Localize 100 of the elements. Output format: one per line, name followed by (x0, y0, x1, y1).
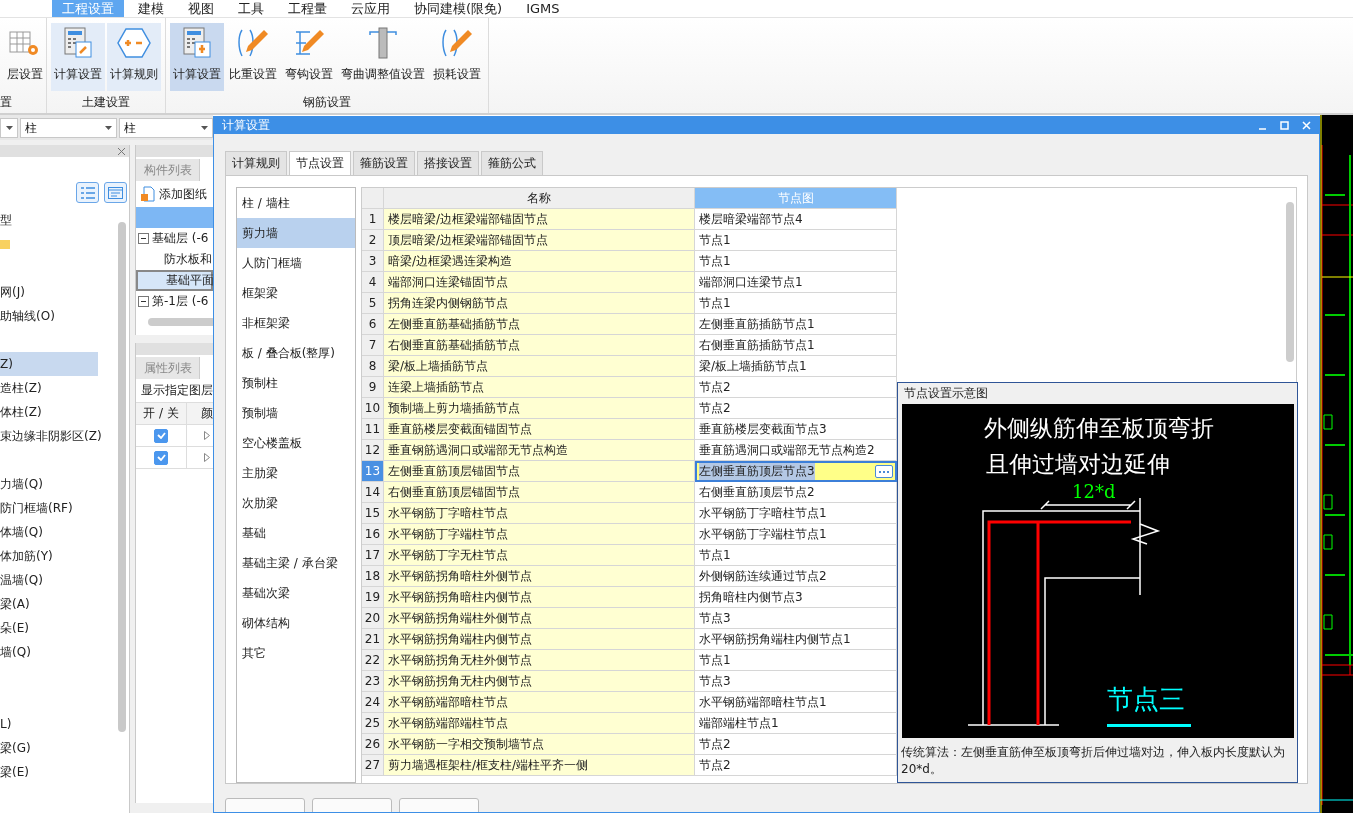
category-item[interactable]: 次肋梁 (237, 488, 355, 518)
table-cell: 剪力墙遇框架柱/框支柱/端柱平齐一侧 (384, 755, 695, 776)
category-item[interactable]: 框架梁 (237, 278, 355, 308)
component-type-item[interactable]: 助轴线(O) (0, 304, 98, 328)
maximize-icon[interactable] (1280, 121, 1289, 130)
caret-icon (5, 126, 13, 130)
category-item[interactable]: 其它 (237, 638, 355, 668)
table-cell: 右侧垂直筋基础插筋节点 (384, 335, 695, 356)
component-type-item[interactable]: 防门框墙(RF) (0, 496, 98, 520)
category-item[interactable]: 非框架梁 (237, 308, 355, 338)
table-cell: 右侧垂直筋顶层锚固节点 (384, 482, 695, 503)
menu-item[interactable]: 协同建模(限免) (404, 0, 513, 17)
dialog-tab[interactable]: 节点设置 (289, 151, 351, 175)
scrollbar[interactable] (118, 222, 126, 732)
category-item[interactable]: 砌体结构 (237, 608, 355, 638)
category-item[interactable]: 空心楼盖板 (237, 428, 355, 458)
component-type-item[interactable]: 型 (0, 208, 98, 232)
list-view-button[interactable] (76, 182, 99, 203)
category-item[interactable]: 剪力墙 (237, 218, 355, 248)
ribbon-button[interactable]: 弯钩设置 (282, 23, 336, 91)
ribbon-button[interactable]: 计算设置 (51, 23, 105, 91)
component-type-item[interactable]: Z) (0, 352, 98, 376)
node-value-field[interactable]: 左侧垂直筋顶层节点3 (695, 461, 897, 482)
ribbon-button[interactable]: 计算设置 (170, 23, 224, 91)
diagram-text: 且伸过墙对边延伸 (985, 451, 1170, 477)
component-type-item[interactable]: 网(J) (0, 280, 98, 304)
table-cell: 水平钢筋端部暗柱节点 (384, 692, 695, 713)
ribbon-button[interactable]: 层设置 (4, 23, 46, 91)
dialog-tab[interactable]: 计算规则 (225, 151, 287, 175)
row-number: 10 (362, 398, 384, 419)
dialog-tab[interactable]: 搭接设置 (417, 151, 479, 175)
component-type-item[interactable]: 体柱(Z) (0, 400, 98, 424)
ribbon-button[interactable]: 弯曲调整值设置 (338, 23, 428, 91)
category-item[interactable]: 板 / 叠合板(整厚) (237, 338, 355, 368)
category-item[interactable]: 预制墙 (237, 398, 355, 428)
checkbox[interactable] (154, 428, 168, 443)
ribbon-button[interactable]: 比重设置 (226, 23, 280, 91)
component-type-item[interactable]: 体墙(Q) (0, 520, 98, 544)
collapse-icon[interactable] (138, 233, 149, 244)
add-drawing-action[interactable]: 添加图纸 (159, 185, 207, 203)
collapse-icon[interactable] (138, 296, 149, 307)
dimension-label: 12*d (1071, 481, 1115, 502)
component-type-item[interactable]: 力墙(Q) (0, 472, 98, 496)
component-type-item[interactable]: 造柱(Z) (0, 376, 98, 400)
table-cell: 节点1 (695, 251, 897, 272)
table-cell: 节点2 (695, 398, 897, 419)
component-type-item[interactable]: 温墙(Q) (0, 568, 98, 592)
more-button[interactable] (875, 465, 893, 478)
row-number: 6 (362, 314, 384, 335)
dropdown[interactable] (0, 118, 18, 138)
checkbox[interactable] (154, 450, 168, 465)
dialog-tab[interactable]: 箍筋公式 (481, 151, 543, 175)
dialog-tab[interactable]: 箍筋设置 (353, 151, 415, 175)
column-header[interactable]: 名称 (384, 188, 695, 209)
category-item[interactable]: 基础主梁 / 承台梁 (237, 548, 355, 578)
table-cell: 水平钢筋拐角端柱外侧节点 (384, 608, 695, 629)
menu-item[interactable]: 工具 (228, 0, 274, 17)
component-type-item[interactable]: 梁(G) (0, 736, 98, 760)
scrollbar[interactable] (148, 318, 213, 326)
row-number: 14 (362, 482, 384, 503)
component-type-item[interactable]: 朵(E) (0, 616, 98, 640)
category-item[interactable]: 人防门框墙 (237, 248, 355, 278)
category-item[interactable]: 柱 / 墙柱 (237, 188, 355, 218)
dialog-title: 计算设置 (222, 117, 270, 134)
menu-item[interactable]: 建模 (128, 0, 174, 17)
menu-item[interactable]: 工程量 (278, 0, 337, 17)
category-item[interactable]: 主肋梁 (237, 458, 355, 488)
group-label: 钢筋设置 (303, 93, 351, 111)
close-icon[interactable] (118, 147, 125, 155)
table-cell: 节点1 (695, 545, 897, 566)
row-number: 25 (362, 713, 384, 734)
component-type-item[interactable]: 墙(Q) (0, 640, 98, 664)
scrollbar[interactable] (1286, 202, 1294, 362)
menu-item[interactable]: IGMS (516, 0, 570, 17)
table-cell: 水平钢筋丁字暗柱节点 (384, 503, 695, 524)
table-cell: 水平钢筋端部端柱节点 (384, 713, 695, 734)
menu-item[interactable]: 云应用 (341, 0, 400, 17)
table-cell: 节点3 (695, 608, 897, 629)
floor-tree-item[interactable]: 基础层 (-6 (136, 228, 213, 249)
component-type-item[interactable]: L) (0, 712, 98, 736)
category-item[interactable]: 基础次梁 (237, 578, 355, 608)
menu-item[interactable]: 视图 (178, 0, 224, 17)
component-type-item[interactable]: 梁(E) (0, 760, 98, 784)
dropdown[interactable]: 柱 (19, 118, 117, 138)
category-item[interactable]: 预制柱 (237, 368, 355, 398)
table-cell: 垂直筋楼层变截面锚固节点 (384, 419, 695, 440)
drawing-tree-item[interactable]: 基础平面 (136, 270, 213, 291)
component-type-item[interactable]: 梁(A) (0, 592, 98, 616)
ribbon-button[interactable]: 计算规则 (107, 23, 161, 91)
ribbon-button[interactable]: 损耗设置 (430, 23, 484, 91)
drawing-tree-item[interactable]: 防水板和 (136, 249, 213, 270)
row-number: 20 (362, 608, 384, 629)
caret-icon (201, 126, 208, 130)
category-item[interactable]: 基础 (237, 518, 355, 548)
panel-view-button[interactable] (104, 182, 127, 203)
dropdown[interactable]: 柱 (118, 118, 213, 138)
component-type-item[interactable]: 体加筋(Y) (0, 544, 98, 568)
table-cell: 右侧垂直筋插筋节点1 (695, 335, 897, 356)
table-cell: 顶层暗梁/边框梁端部锚固节点 (384, 230, 695, 251)
floor-tree-item[interactable]: 第-1层 (-6 (136, 291, 213, 312)
